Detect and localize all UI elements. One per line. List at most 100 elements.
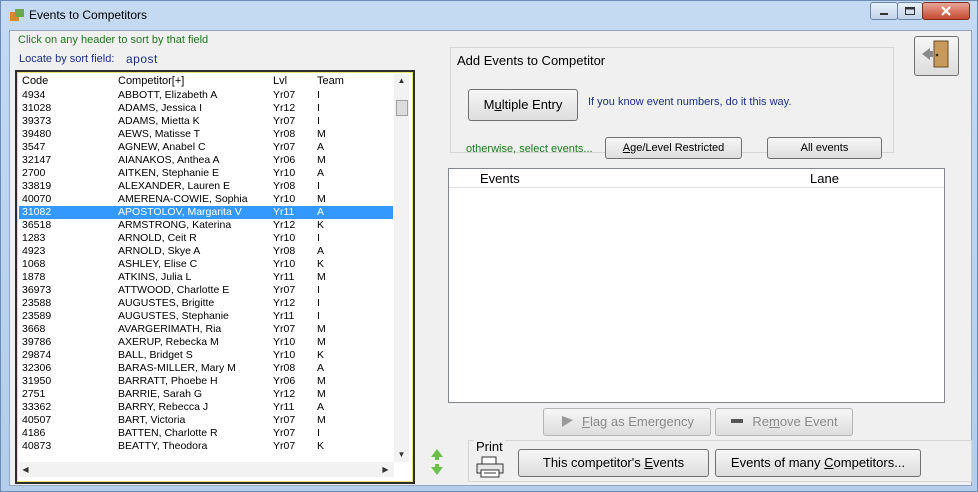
table-row[interactable]: 36973 ATTWOOD, Charlotte E Yr07 I xyxy=(19,284,393,297)
vertical-scrollbar[interactable]: ▲ ▼ xyxy=(394,74,409,462)
cell-lvl: Yr07 xyxy=(273,427,296,439)
multiple-entry-label-start: M xyxy=(483,97,495,112)
maximize-icon xyxy=(905,7,915,15)
cell-lvl: Yr11 xyxy=(273,310,295,322)
table-row[interactable]: 40507 BART, Victoria Yr07 M xyxy=(19,414,393,427)
scroll-left-icon[interactable]: ◀ xyxy=(19,463,32,476)
exit-button[interactable] xyxy=(914,36,959,76)
scroll-down-icon[interactable]: ▼ xyxy=(395,448,408,461)
minus-icon xyxy=(731,419,744,423)
app-window: Events to Competitors Click on any heade… xyxy=(0,0,978,492)
remove-hotkey: m xyxy=(768,414,780,429)
printer-icon xyxy=(476,456,504,478)
header-competitor[interactable]: Competitor[+] xyxy=(118,75,184,87)
table-row[interactable]: 3547 AGNEW, Anabel C Yr07 A xyxy=(19,141,393,154)
table-row[interactable]: 4934 ABBOTT, Elizabeth A Yr07 I xyxy=(19,89,393,102)
table-row[interactable]: 2751 BARRIE, Sarah G Yr12 M xyxy=(19,388,393,401)
flag-label-end: lag as Emergency xyxy=(589,414,694,429)
table-row[interactable]: 2700 AITKEN, Stephanie E Yr10 A xyxy=(19,167,393,180)
cell-team: M xyxy=(317,414,326,426)
maximize-button[interactable] xyxy=(897,2,923,20)
horizontal-scrollbar[interactable]: ◀ ▶ xyxy=(19,462,394,477)
table-row[interactable]: 39786 AXERUP, Rebecka M Yr10 M xyxy=(19,336,393,349)
remove-event-button[interactable]: Remove Event xyxy=(715,408,853,436)
cell-team: M xyxy=(317,388,326,400)
header-lvl[interactable]: Lvl xyxy=(273,75,287,87)
cell-team: A xyxy=(317,167,325,179)
cell-competitor: ATTWOOD, Charlotte E xyxy=(118,284,230,296)
close-button[interactable] xyxy=(922,2,970,20)
flag-as-emergency-button[interactable]: Flag as Emergency xyxy=(543,408,711,436)
events-grid-header: Events Lane xyxy=(449,169,944,188)
table-row[interactable]: 31082 APOSTOLOV, Margarita V Yr11 A xyxy=(19,206,393,219)
sort-hint: Click on any header to sort by that fiel… xyxy=(18,34,209,46)
table-row[interactable]: 33362 BARRY, Rebecca J Yr11 A xyxy=(19,401,393,414)
table-row[interactable]: 36518 ARMSTRONG, Katerina Yr12 K xyxy=(19,219,393,232)
cell-code: 33819 xyxy=(22,180,52,192)
table-row[interactable]: 32147 AIANAKOS, Anthea A Yr06 M xyxy=(19,154,393,167)
cell-competitor: ATKINS, Julia L xyxy=(118,271,192,283)
flag-icon xyxy=(561,416,573,427)
table-row[interactable]: 23589 AUGUSTES, Stephanie Yr11 I xyxy=(19,310,393,323)
table-row[interactable]: 4923 ARNOLD, Skye A Yr08 A xyxy=(19,245,393,258)
competitor-list[interactable]: Code Competitor[+] Lvl Team 4934 ABBOTT, … xyxy=(15,70,415,484)
events-of-many-competitors-button[interactable]: Events of many Competitors... xyxy=(715,449,921,477)
all-events-button[interactable]: All events xyxy=(767,137,882,159)
locate-input[interactable] xyxy=(120,50,300,67)
table-row[interactable]: 23588 AUGUSTES, Brigitte Yr12 I xyxy=(19,297,393,310)
cell-code: 36518 xyxy=(22,219,52,231)
cell-competitor: ARNOLD, Skye A xyxy=(118,245,201,257)
table-row[interactable]: 1068 ASHLEY, Elise C Yr10 K xyxy=(19,258,393,271)
age-level-restricted-button[interactable]: Age/Level Restricted xyxy=(605,137,742,159)
table-row[interactable]: 31950 BARRATT, Phoebe H Yr06 M xyxy=(19,375,393,388)
list-header: Code Competitor[+] Lvl Team xyxy=(19,74,393,88)
cell-code: 32147 xyxy=(22,154,52,166)
scroll-thumb[interactable] xyxy=(396,100,408,116)
scroll-up-icon[interactable]: ▲ xyxy=(395,74,408,87)
table-row[interactable]: 3668 AVARGERIMATH, Ria Yr07 M xyxy=(19,323,393,336)
header-lane[interactable]: Lane xyxy=(810,171,839,186)
cell-team: I xyxy=(317,102,320,114)
scroll-right-icon[interactable]: ▶ xyxy=(379,463,392,476)
multiple-entry-button[interactable]: Multiple Entry xyxy=(468,89,578,121)
locate-label: Locate by sort field: xyxy=(19,53,115,65)
table-row[interactable]: 32306 BARAS-MILLER, Mary M Yr08 A xyxy=(19,362,393,375)
table-row[interactable]: 1283 ARNOLD, Ceit R Yr10 I xyxy=(19,232,393,245)
table-row[interactable]: 31028 ADAMS, Jessica I Yr12 I xyxy=(19,102,393,115)
cell-competitor: AUGUSTES, Stephanie xyxy=(118,310,229,322)
know-event-numbers-hint: If you know event numbers, do it this wa… xyxy=(588,96,792,108)
cell-competitor: AMERENA-COWIE, Sophia xyxy=(118,193,248,205)
header-code[interactable]: Code xyxy=(22,75,48,87)
cell-team: I xyxy=(317,427,320,439)
main-panel: Click on any header to sort by that fiel… xyxy=(9,30,972,486)
cell-team: M xyxy=(317,154,326,166)
table-row[interactable]: 39373 ADAMS, Mietta K Yr07 I xyxy=(19,115,393,128)
cell-competitor: APOSTOLOV, Margarita V xyxy=(118,206,242,218)
table-row[interactable]: 40070 AMERENA-COWIE, Sophia Yr10 M xyxy=(19,193,393,206)
table-row[interactable]: 33819 ALEXANDER, Lauren E Yr08 I xyxy=(19,180,393,193)
table-row[interactable]: 4186 BATTEN, Charlotte R Yr07 I xyxy=(19,427,393,440)
table-row[interactable]: 40873 BEATTY, Theodora Yr07 K xyxy=(19,440,393,453)
header-team[interactable]: Team xyxy=(317,75,344,87)
cell-team: A xyxy=(317,206,325,218)
header-events[interactable]: Events xyxy=(480,171,520,186)
cell-competitor: BEATTY, Theodora xyxy=(118,440,208,452)
cell-code: 40507 xyxy=(22,414,52,426)
cell-lvl: Yr08 xyxy=(273,128,296,140)
cell-competitor: BARAS-MILLER, Mary M xyxy=(118,362,236,374)
table-row[interactable]: 1878 ATKINS, Julia L Yr11 M xyxy=(19,271,393,284)
table-row[interactable]: 29874 BALL, Bridget S Yr10 K xyxy=(19,349,393,362)
cell-lvl: Yr08 xyxy=(273,180,296,192)
this-competitors-events-button[interactable]: This competitor's Events xyxy=(518,449,709,477)
cell-code: 31082 xyxy=(22,206,52,218)
competitor-events-grid[interactable]: Events Lane xyxy=(448,168,945,403)
table-row[interactable]: 39480 AEWS, Matisse T Yr08 M xyxy=(19,128,393,141)
cell-competitor: BARRIE, Sarah G xyxy=(118,388,203,400)
cell-team: I xyxy=(317,284,320,296)
cell-competitor: BARRATT, Phoebe H xyxy=(118,375,218,387)
cell-lvl: Yr11 xyxy=(273,401,295,413)
cell-lvl: Yr11 xyxy=(273,206,295,218)
minimize-button[interactable] xyxy=(870,2,898,20)
minimize-icon xyxy=(880,13,888,15)
resize-arrows-icon[interactable] xyxy=(430,449,444,475)
